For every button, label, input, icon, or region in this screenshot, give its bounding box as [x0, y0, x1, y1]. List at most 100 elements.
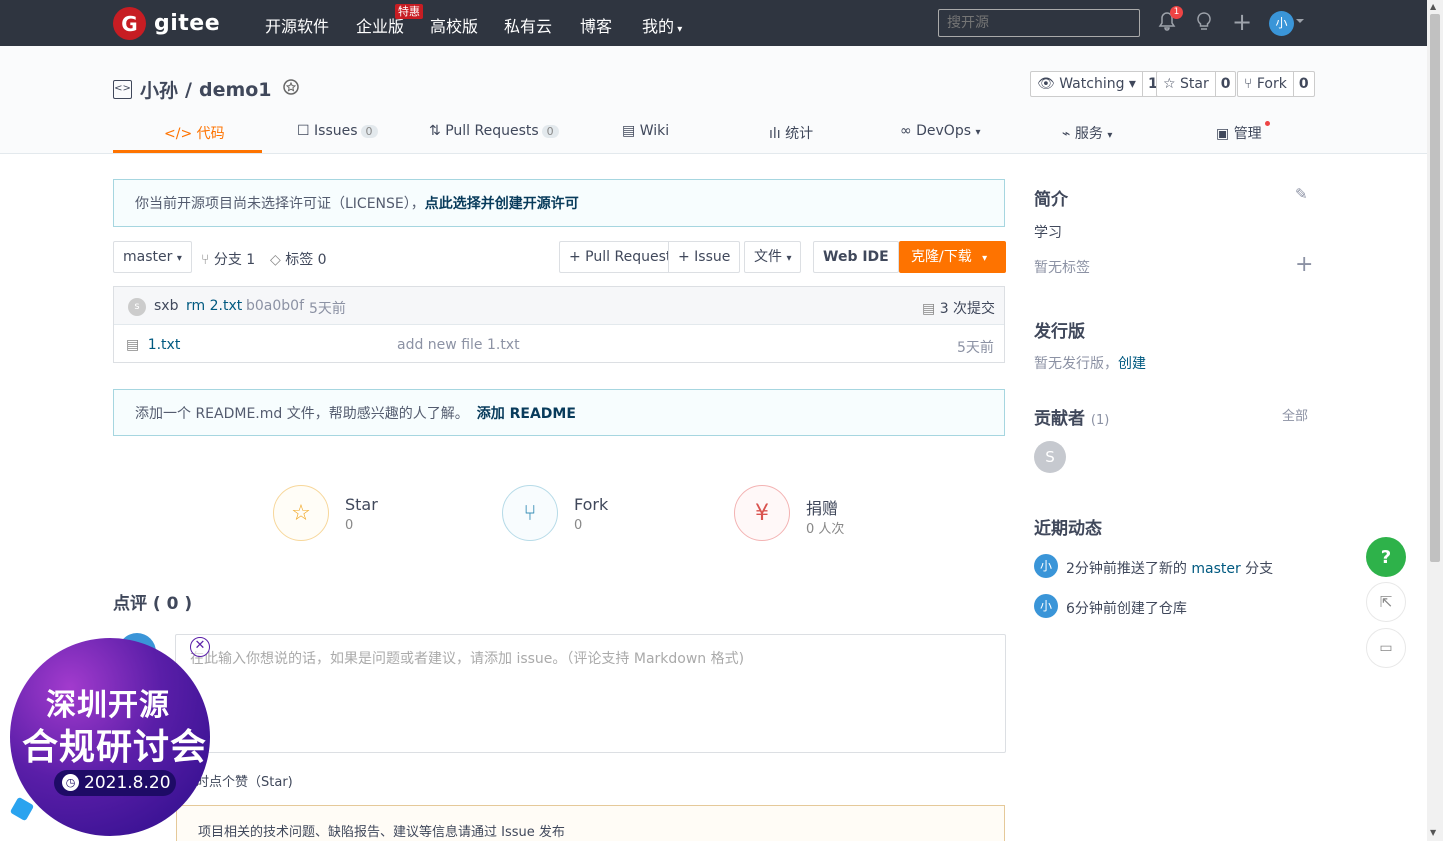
tab-pr-label: Pull Requests: [445, 123, 539, 139]
star-button[interactable]: ☆ Star: [1157, 72, 1215, 96]
all-contributors-link[interactable]: 全部: [1282, 405, 1308, 424]
share-button[interactable]: ⇱: [1366, 582, 1406, 622]
repo-name[interactable]: demo1: [199, 79, 272, 101]
star-label: Star: [1180, 76, 1209, 92]
files-label: 文件: [754, 249, 782, 265]
license-notice-text: 你当前开源项目尚未选择许可证（LICENSE），: [135, 196, 425, 212]
new-pull-request-button[interactable]: + Pull Request: [559, 241, 681, 273]
clone-download-button[interactable]: 克隆/下载 ▾: [899, 241, 1006, 273]
add-readme-link[interactable]: 添加 README: [477, 403, 576, 423]
avatar-caret-icon[interactable]: [1296, 19, 1304, 27]
create-license-link[interactable]: 点此选择并创建开源许可: [425, 193, 579, 213]
contributor-avatar[interactable]: S: [1034, 441, 1066, 473]
commits-count-link[interactable]: ▤ 3 次提交: [922, 298, 995, 318]
fork-button-group[interactable]: ⑂ Fork 0: [1237, 71, 1315, 97]
share-icon: ⇱: [1379, 593, 1393, 611]
edit-icon[interactable]: ✎: [1295, 185, 1308, 203]
user-avatar[interactable]: 小: [1269, 11, 1294, 36]
fork-count[interactable]: 0: [1292, 72, 1314, 96]
code-repo-icon: <>: [113, 80, 132, 99]
star-stat-label[interactable]: Star: [345, 495, 378, 514]
repo-owner[interactable]: 小孙: [140, 76, 178, 103]
wiki-icon: ▤: [622, 123, 636, 139]
nav-open-source[interactable]: 开源软件: [265, 13, 329, 37]
fork-button[interactable]: ⑂ Fork: [1238, 72, 1293, 96]
watch-button[interactable]: 👁 Watching ▾: [1031, 72, 1142, 96]
donate-stat-icon[interactable]: ¥: [734, 485, 790, 541]
activity-avatar[interactable]: 小: [1034, 594, 1058, 618]
tab-wiki[interactable]: ▤ Wiki: [622, 123, 669, 139]
tab-manage[interactable]: ▣ 管理: [1216, 123, 1262, 143]
readme-notice: 添加一个 README.md 文件，帮助感兴趣的人了解。 添加 README: [113, 389, 1005, 436]
cube-icon[interactable]: [9, 796, 35, 822]
commit-author[interactable]: sxb: [154, 298, 178, 314]
intro-title: 简介: [1034, 190, 1068, 210]
star-count[interactable]: 0: [1214, 72, 1236, 96]
web-ide-button[interactable]: Web IDE: [813, 241, 899, 273]
watch-label: Watching: [1059, 76, 1125, 92]
fork-stat-label[interactable]: Fork: [574, 495, 608, 514]
file-list: s sxb rm 2.txt b0a0b0f 5天前 ▤ 3 次提交 ▤ 1.t…: [113, 286, 1005, 363]
tab-issues-label: Issues: [314, 123, 358, 139]
tab-issues-count: 0: [360, 125, 378, 138]
feedback-button[interactable]: ▭: [1366, 628, 1406, 668]
tab-services[interactable]: ⌁ 服务 ▾: [1062, 123, 1112, 143]
nav-mine[interactable]: 我的 ▾: [642, 13, 682, 37]
scroll-down-arrow-icon[interactable]: ▼: [1430, 828, 1436, 837]
recommend-badge-icon[interactable]: [281, 77, 301, 102]
file-name[interactable]: 1.txt: [148, 337, 181, 353]
help-button[interactable]: ?: [1366, 537, 1406, 577]
repo-title: <> 小孙 / demo1: [113, 76, 272, 103]
contributors-title-label: 贡献者: [1034, 409, 1085, 429]
watch-button-group[interactable]: 👁 Watching ▾ 1: [1030, 71, 1164, 97]
search-input[interactable]: [938, 9, 1140, 37]
gitee-logo-icon: G: [113, 7, 146, 40]
chevron-down-icon: ▾: [1107, 130, 1113, 141]
fork-stat-icon[interactable]: ⑂: [502, 485, 558, 541]
branch-icon: ⑂: [201, 252, 210, 268]
file-row[interactable]: ▤ 1.txt: [126, 337, 180, 353]
repo-separator: /: [185, 78, 192, 101]
commit-author-avatar[interactable]: s: [128, 298, 146, 316]
nav-education[interactable]: 高校版: [430, 13, 478, 37]
star-stat-icon[interactable]: ☆: [273, 485, 329, 541]
commit-hash[interactable]: b0a0b0f: [246, 298, 304, 314]
comment-textarea[interactable]: 在此输入你想说的话，如果是问题或者建议，请添加 issue。（评论支持 Mark…: [175, 634, 1006, 753]
last-commit-row: s sxb rm 2.txt b0a0b0f 5天前 ▤ 3 次提交: [114, 287, 1004, 325]
star-button-group[interactable]: ☆ Star 0: [1156, 71, 1237, 97]
clock-icon: ◷: [62, 774, 79, 791]
file-commit-message[interactable]: add new file 1.txt: [397, 337, 520, 353]
no-release-text: 暂无发行版，: [1034, 356, 1118, 372]
activity-branch-link[interactable]: master: [1191, 561, 1240, 577]
promo-title-line2: 合规研讨会: [22, 727, 208, 768]
fork-label: Fork: [1256, 76, 1287, 92]
gitee-logo[interactable]: G gitee: [113, 7, 220, 40]
lightbulb-icon[interactable]: [1194, 11, 1214, 38]
scrollbar-thumb[interactable]: [1430, 14, 1440, 562]
nav-mine-label: 我的: [642, 17, 675, 36]
commit-message[interactable]: rm 2.txt: [186, 298, 242, 314]
create-release-link[interactable]: 创建: [1118, 356, 1146, 372]
nav-private-cloud[interactable]: 私有云: [504, 13, 552, 37]
tags-link[interactable]: ◇ 标签 0: [270, 249, 327, 269]
scroll-up-arrow-icon[interactable]: ▲: [1430, 2, 1436, 11]
files-dropdown[interactable]: 文件 ▾: [744, 241, 802, 273]
tab-pull-requests[interactable]: ⇅ Pull Requests 0: [429, 123, 559, 139]
close-icon[interactable]: ✕: [190, 637, 210, 657]
add-tag-icon[interactable]: +: [1295, 252, 1313, 277]
file-icon: ▤: [126, 337, 140, 353]
new-issue-button[interactable]: + Issue: [668, 241, 741, 273]
tab-pr-count: 0: [541, 125, 559, 138]
review-title: 点评 ( 0 ): [113, 594, 193, 614]
branches-link[interactable]: ⑂ 分支 1: [201, 249, 255, 269]
branch-select[interactable]: master ▾: [113, 241, 192, 273]
tab-issues[interactable]: ☐ Issues 0: [297, 123, 378, 139]
activity-avatar[interactable]: 小: [1034, 554, 1058, 578]
nav-blog[interactable]: 博客: [580, 13, 612, 37]
donate-stat-label[interactable]: 捐赠: [806, 495, 838, 519]
tab-code[interactable]: </> 代码: [164, 123, 225, 143]
contributors-count: (1): [1090, 413, 1110, 428]
tab-devops[interactable]: ∞ DevOps ▾: [900, 123, 981, 139]
plus-icon[interactable]: +: [1232, 8, 1252, 36]
tab-stats[interactable]: ılı 统计: [769, 123, 813, 143]
